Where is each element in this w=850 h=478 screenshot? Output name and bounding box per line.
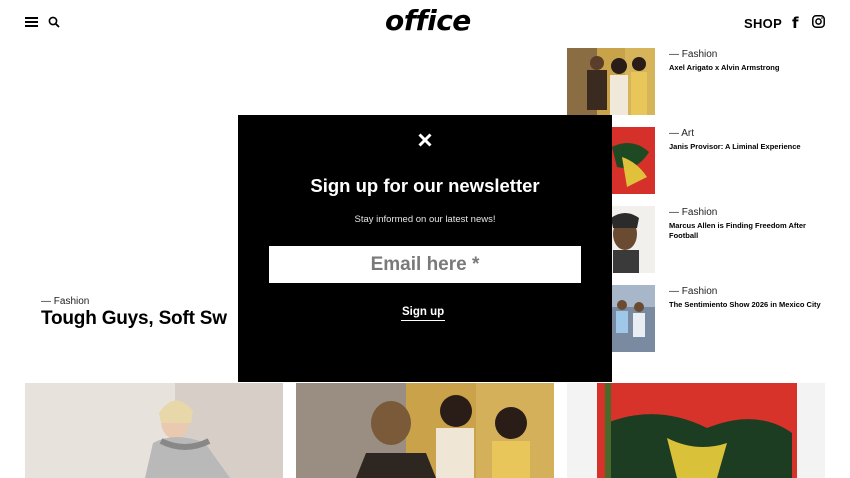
- menu-icon[interactable]: [25, 17, 38, 27]
- close-icon[interactable]: [417, 132, 433, 148]
- search-icon[interactable]: [48, 16, 60, 28]
- newsletter-modal: Sign up for our newsletter Stay informed…: [238, 115, 612, 382]
- instagram-icon[interactable]: [812, 15, 825, 28]
- article-title[interactable]: Janis Provisor: A Liminal Experience: [669, 142, 825, 152]
- email-field[interactable]: [269, 246, 581, 283]
- modal-subtitle: Stay informed on our latest news!: [354, 214, 496, 225]
- article-card-image[interactable]: [296, 383, 554, 478]
- shop-link[interactable]: SHOP: [744, 16, 782, 31]
- article-card-image[interactable]: [567, 383, 825, 478]
- modal-title: Sign up for our newsletter: [310, 175, 540, 196]
- article-category: — Fashion: [669, 207, 718, 218]
- article-thumbnail: [567, 48, 655, 115]
- site-logo[interactable]: office: [385, 4, 471, 37]
- article-category: — Fashion: [669, 286, 718, 297]
- article-card-image[interactable]: [25, 383, 283, 478]
- sign-up-button[interactable]: Sign up: [401, 306, 446, 321]
- facebook-icon[interactable]: f: [792, 14, 799, 32]
- article-title[interactable]: Marcus Allen is Finding Freedom After Fo…: [669, 221, 825, 241]
- side-article[interactable]: — Fashion Axel Arigato x Alvin Armstrong: [567, 48, 827, 115]
- article-title[interactable]: Axel Arigato x Alvin Armstrong: [669, 63, 825, 73]
- featured-category: — Fashion: [41, 296, 90, 307]
- featured-title[interactable]: Tough Guys, Soft Sw: [41, 308, 227, 330]
- article-title[interactable]: The Sentimiento Show 2026 in Mexico City: [669, 300, 825, 310]
- article-category: — Fashion: [669, 49, 718, 60]
- site-header: office SHOP f: [0, 0, 850, 46]
- article-category: — Art: [669, 128, 695, 139]
